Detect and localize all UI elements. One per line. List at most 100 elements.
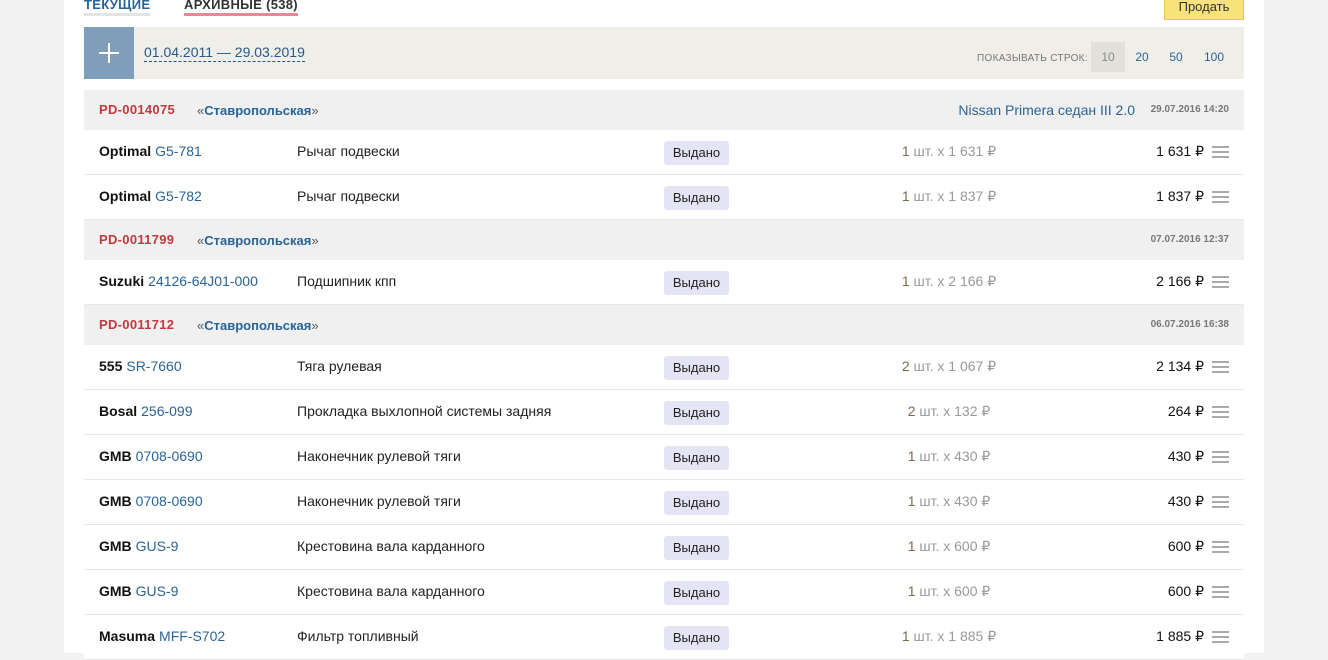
order-number[interactable]: PD-0014075 — [99, 102, 175, 117]
status-badge: Выдано — [664, 186, 729, 210]
rows-option-100[interactable]: 100 — [1193, 42, 1235, 72]
menu-icon[interactable] — [1212, 586, 1229, 599]
menu-icon[interactable] — [1212, 191, 1229, 204]
order-number[interactable]: PD-0011712 — [99, 317, 174, 332]
item-quantity: 1 — [901, 143, 910, 159]
item-total: 1 837 ₽ — [1156, 188, 1204, 204]
item-brand: GMB GUS-9 — [99, 538, 178, 554]
item-description: Рычаг подвески — [297, 143, 400, 159]
menu-icon[interactable] — [1212, 146, 1229, 159]
item-row: GMB 0708-0690 Наконечник рулевой тяги Выдан… — [84, 480, 1244, 525]
status-badge: Выдано — [664, 271, 729, 295]
item-unit-price: шт. x 600 ₽ — [915, 538, 991, 554]
tab-current-label: ТЕКУЩИЕ — [84, 0, 151, 12]
filter-bar: 01.04.2011 — 29.03.2019 ПОКАЗЫВАТЬ СТРОК… — [84, 27, 1244, 79]
order-date: 06.07.2016 16:38 — [1150, 319, 1229, 330]
item-description: Рычаг подвески — [297, 188, 400, 204]
article-link[interactable]: GUS-9 — [136, 538, 179, 554]
item-description: Наконечник рулевой тяги — [297, 493, 461, 509]
item-description: Фильтр топливный — [297, 628, 419, 644]
rows-option-20[interactable]: 20 — [1125, 42, 1159, 72]
menu-icon[interactable] — [1212, 361, 1229, 374]
item-row: GMB GUS-9 Крестовина вала карданного Выдано… — [84, 525, 1244, 570]
tab-current[interactable]: ТЕКУЩИЕ — [84, 0, 151, 16]
store-link[interactable]: Ставропольская — [204, 103, 311, 118]
item-brand: 555 SR-7660 — [99, 358, 182, 374]
brand-name: GMB — [99, 493, 132, 509]
item-total: 600 ₽ — [1167, 538, 1204, 554]
tab-archive[interactable]: АРХИВНЫЕ (538) — [184, 0, 298, 16]
item-row: Masuma MFF-S702 Фильтр топливный Выдано 1 шт… — [84, 615, 1244, 660]
item-quantity: 1 — [901, 628, 910, 644]
item-total: 1 631 ₽ — [1156, 143, 1204, 159]
store-link[interactable]: Ставропольская — [204, 318, 311, 333]
order-number[interactable]: PD-0011799 — [99, 232, 174, 247]
item-row: Suzuki 24126-64J01-000 Подшипник кпп Выдано… — [84, 260, 1244, 305]
item-total: 2 134 ₽ — [1156, 358, 1204, 374]
item-total: 2 166 ₽ — [1156, 273, 1204, 289]
article-link[interactable]: 0708-0690 — [136, 448, 203, 464]
status-badge: Выдано — [664, 356, 729, 380]
store-name: «Ставропольская» — [197, 233, 319, 248]
item-quantity-price: 1 шт. x 1 631 ₽ — [844, 143, 1054, 160]
brand-name: GMB — [99, 583, 132, 599]
item-quantity: 1 — [901, 273, 910, 289]
item-quantity-price: 1 шт. x 600 ₽ — [844, 583, 1054, 600]
item-unit-price: шт. x 430 ₽ — [915, 448, 991, 464]
item-unit-price: шт. x 430 ₽ — [915, 493, 991, 509]
car-link[interactable]: Nissan Primera седан III 2.0 — [958, 102, 1135, 118]
tab-underline — [84, 13, 151, 16]
item-total: 600 ₽ — [1167, 583, 1204, 599]
menu-icon[interactable] — [1212, 496, 1229, 509]
item-brand: Optimal G5-782 — [99, 188, 202, 204]
brand-name: GMB — [99, 538, 132, 554]
store-quote-close: » — [311, 233, 319, 248]
menu-icon[interactable] — [1212, 276, 1229, 289]
menu-icon[interactable] — [1212, 541, 1229, 554]
store-link[interactable]: Ставропольская — [204, 233, 311, 248]
article-link[interactable]: G5-781 — [155, 143, 202, 159]
order-header: PD-0011799 «Ставропольская» 07.07.2016 12:… — [84, 220, 1244, 260]
order-date: 07.07.2016 12:37 — [1150, 234, 1229, 245]
item-brand: Masuma MFF-S702 — [99, 628, 225, 644]
item-description: Крестовина вала карданного — [297, 538, 485, 554]
brand-name: 555 — [99, 358, 123, 374]
article-link[interactable]: 256-099 — [141, 403, 192, 419]
brand-name: Optimal — [99, 143, 152, 159]
item-quantity-price: 1 шт. x 600 ₽ — [844, 538, 1054, 555]
store-quote-close: » — [311, 103, 319, 118]
item-quantity: 2 — [901, 358, 910, 374]
item-quantity-price: 2 шт. x 132 ₽ — [844, 403, 1054, 420]
item-brand: Bosal 256-099 — [99, 403, 193, 419]
rows-per-page-label: ПОКАЗЫВАТЬ СТРОК: — [977, 53, 1088, 64]
article-link[interactable]: MFF-S702 — [159, 628, 225, 644]
rows-option-10[interactable]: 10 — [1091, 42, 1125, 72]
add-filter-button[interactable] — [84, 27, 134, 79]
order-date: 29.07.2016 14:20 — [1150, 104, 1229, 115]
item-total: 430 ₽ — [1167, 448, 1204, 464]
item-brand: GMB GUS-9 — [99, 583, 178, 599]
item-unit-price: шт. x 2 166 ₽ — [909, 273, 997, 289]
sell-button[interactable]: Продать — [1164, 0, 1244, 20]
item-unit-price: шт. x 132 ₽ — [915, 403, 991, 419]
item-row: GMB 0708-0690 Наконечник рулевой тяги Выдан… — [84, 435, 1244, 480]
brand-name: Masuma — [99, 628, 156, 644]
article-link[interactable]: 0708-0690 — [136, 493, 203, 509]
rows-option-50[interactable]: 50 — [1159, 42, 1193, 72]
item-unit-price: шт. x 600 ₽ — [915, 583, 991, 599]
menu-icon[interactable] — [1212, 406, 1229, 419]
article-link[interactable]: 24126-64J01-000 — [148, 273, 258, 289]
item-quantity-price: 1 шт. x 430 ₽ — [844, 493, 1054, 510]
item-brand: Optimal G5-781 — [99, 143, 202, 159]
item-quantity-price: 1 шт. x 1 837 ₽ — [844, 188, 1054, 205]
menu-icon[interactable] — [1212, 451, 1229, 464]
article-link[interactable]: SR-7660 — [126, 358, 181, 374]
article-link[interactable]: GUS-9 — [136, 583, 179, 599]
item-brand: GMB 0708-0690 — [99, 493, 203, 509]
status-badge: Выдано — [664, 446, 729, 470]
item-description: Прокладка выхлопной системы задняя — [297, 403, 552, 419]
date-range-link[interactable]: 01.04.2011 — 29.03.2019 — [144, 44, 305, 62]
menu-icon[interactable] — [1212, 631, 1229, 644]
article-link[interactable]: G5-782 — [155, 188, 202, 204]
status-badge: Выдано — [664, 626, 729, 650]
